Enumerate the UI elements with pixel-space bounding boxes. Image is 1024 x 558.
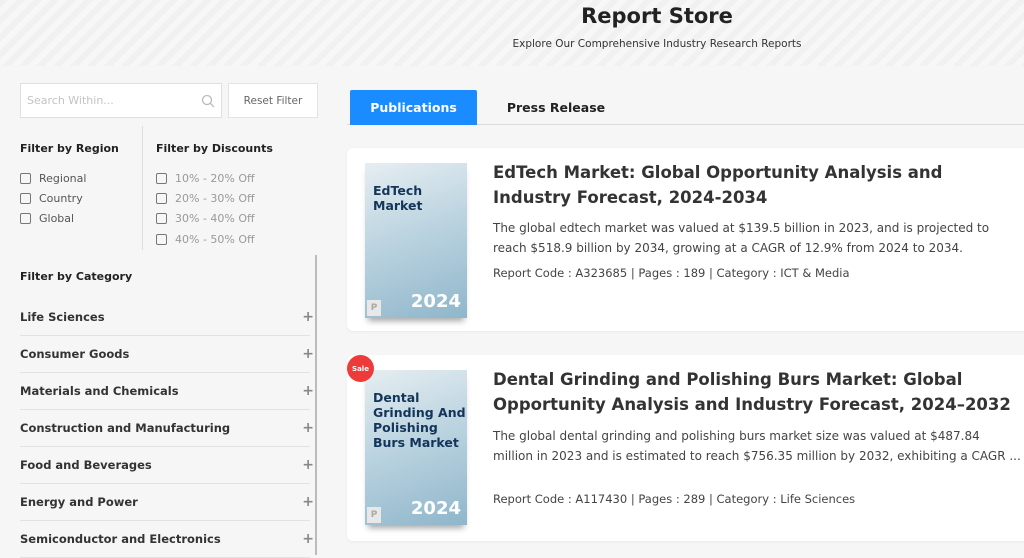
report-meta: Report Code : A323685 | Pages : 189 | Ca…: [493, 266, 850, 280]
sale-badge: Sale: [347, 355, 374, 382]
tab-press-release[interactable]: Press Release: [498, 90, 614, 125]
publisher-logo-icon: P: [367, 507, 381, 523]
plus-icon[interactable]: +: [302, 383, 314, 399]
checkbox[interactable]: [20, 213, 31, 224]
checkbox[interactable]: [156, 234, 167, 245]
checkbox[interactable]: [20, 173, 31, 184]
checkbox[interactable]: [156, 213, 167, 224]
report-cover-image[interactable]: Dental Grinding And Polishing Burs Marke…: [365, 370, 467, 525]
tab-publications[interactable]: Publications: [350, 90, 477, 125]
category-item-construction[interactable]: Construction and Manufacturing +: [20, 410, 314, 447]
category-label: Materials and Chemicals: [20, 384, 179, 398]
report-title[interactable]: EdTech Market: Global Opportunity Analys…: [493, 160, 1023, 210]
checkbox-label: Country: [39, 192, 83, 205]
discount-filter-heading: Filter by Discounts: [156, 142, 273, 155]
category-item-life-sciences[interactable]: Life Sciences +: [20, 299, 314, 336]
category-label: Construction and Manufacturing: [20, 421, 231, 435]
category-filter-heading: Filter by Category: [20, 270, 133, 283]
discount-checkbox-30-40[interactable]: 30% - 40% Off: [156, 212, 255, 225]
region-checkbox-global[interactable]: Global: [20, 212, 74, 225]
category-item-materials-chemicals[interactable]: Materials and Chemicals +: [20, 373, 314, 410]
checkbox[interactable]: [156, 173, 167, 184]
category-label: Consumer Goods: [20, 347, 130, 361]
category-item-consumer-goods[interactable]: Consumer Goods +: [20, 336, 314, 373]
cover-year: 2024: [410, 498, 461, 519]
category-label: Life Sciences: [20, 310, 105, 324]
page-header: Report Store Explore Our Comprehensive I…: [0, 0, 1024, 66]
report-description: The global dental grinding and polishing…: [493, 429, 1021, 463]
page-title: Report Store: [581, 4, 733, 28]
category-item-food-beverages[interactable]: Food and Beverages +: [20, 447, 314, 484]
category-label: Food and Beverages: [20, 458, 152, 472]
category-label: Energy and Power: [20, 495, 138, 509]
report-card[interactable]: Dental Grinding And Polishing Burs Marke…: [347, 355, 1024, 541]
search-box[interactable]: [20, 83, 222, 118]
cover-title: EdTech Market: [373, 183, 423, 213]
checkbox[interactable]: [20, 193, 31, 204]
plus-icon[interactable]: +: [302, 420, 314, 436]
discount-checkbox-40-50[interactable]: 40% - 50% Off: [156, 233, 255, 246]
category-item-semiconductor[interactable]: Semiconductor and Electronics +: [20, 521, 314, 558]
page-subtitle: Explore Our Comprehensive Industry Resea…: [512, 38, 802, 50]
discount-checkbox-20-30[interactable]: 20% - 30% Off: [156, 192, 255, 205]
report-cover-image[interactable]: EdTech Market 2024 P: [365, 163, 467, 318]
report-card[interactable]: EdTech Market 2024 P EdTech Market: Glob…: [347, 148, 1024, 331]
checkbox-label: 20% - 30% Off: [175, 192, 255, 205]
checkbox-label: 10% - 20% Off: [175, 172, 255, 185]
cover-title: Dental Grinding And Polishing Burs Marke…: [373, 390, 466, 450]
reset-filter-button[interactable]: Reset Filter: [228, 83, 318, 118]
report-meta: Report Code : A117430 | Pages : 289 | Ca…: [493, 492, 856, 506]
plus-icon[interactable]: +: [302, 531, 314, 547]
discount-checkbox-10-20[interactable]: 10% - 20% Off: [156, 172, 255, 185]
plus-icon[interactable]: +: [302, 346, 314, 362]
plus-icon[interactable]: +: [302, 457, 314, 473]
checkbox[interactable]: [156, 193, 167, 204]
publisher-logo-icon: P: [367, 300, 381, 316]
checkbox-label: Regional: [39, 172, 87, 185]
sidebar-scrollbar[interactable]: [315, 255, 317, 555]
checkbox-label: 40% - 50% Off: [175, 233, 255, 246]
region-checkbox-country[interactable]: Country: [20, 192, 83, 205]
plus-icon[interactable]: +: [302, 309, 314, 325]
search-icon[interactable]: [201, 93, 215, 112]
category-item-energy-power[interactable]: Energy and Power +: [20, 484, 314, 521]
category-label: Semiconductor and Electronics: [20, 532, 221, 546]
search-input[interactable]: [21, 84, 191, 117]
report-title[interactable]: Dental Grinding and Polishing Burs Marke…: [493, 367, 1023, 417]
checkbox-label: 30% - 40% Off: [175, 212, 255, 225]
region-filter-heading: Filter by Region: [20, 142, 119, 155]
filter-divider: [142, 126, 143, 250]
cover-year: 2024: [410, 291, 461, 312]
checkbox-label: Global: [39, 212, 75, 225]
report-description: The global edtech market was valued at $…: [493, 221, 990, 255]
plus-icon[interactable]: +: [302, 494, 314, 510]
region-checkbox-regional[interactable]: Regional: [20, 172, 86, 185]
